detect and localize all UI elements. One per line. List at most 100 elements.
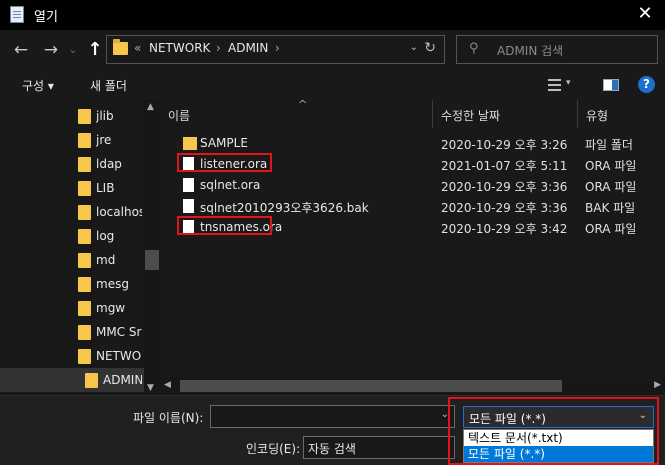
file-icon — [183, 178, 194, 192]
file-date: 2021-01-07 오후 5:11 — [441, 159, 568, 173]
search-placeholder: ADMIN 검색 — [497, 44, 564, 58]
folder-icon — [78, 349, 91, 364]
view-options-icon[interactable] — [548, 79, 561, 91]
sidebar-item-label: ADMIN — [103, 373, 142, 387]
notepad-icon — [10, 6, 24, 23]
sidebar-item[interactable]: jlib — [0, 104, 145, 128]
sidebar-item[interactable]: LIB — [0, 176, 145, 200]
sidebar-item-label: localhost — [96, 205, 142, 219]
file-type: ORA 파일 — [585, 222, 637, 236]
window-title: 열기 — [34, 10, 58, 25]
navigation-bar: ← → ⌄ ↑ « NETWORK › ADMIN › ⌄ ↻ ⚲ ADMIN … — [0, 30, 665, 70]
file-date: 2020-10-29 오후 3:36 — [441, 201, 568, 215]
filename-label: 파일 이름(N): — [133, 411, 204, 425]
horizontal-scrollbar[interactable]: ◀ ▶ — [160, 377, 665, 395]
sidebar-item[interactable]: ADMIN — [0, 368, 145, 392]
navigation-pane: ADMIN NETWOR MMC Sr mgw mesg md log localhost LI… — [0, 100, 160, 395]
file-type: 파일 폴더 — [585, 138, 633, 152]
sidebar-item-label: ldap — [96, 157, 122, 171]
column-header-type[interactable]: 유형 — [578, 100, 665, 128]
forward-button[interactable]: → — [40, 39, 62, 61]
folder-icon — [78, 253, 91, 268]
highlight-box — [177, 216, 272, 235]
sort-ascending-icon: ^ — [298, 98, 308, 111]
view-dropdown-button[interactable]: ▾ — [566, 78, 571, 88]
encoding-label: 인코딩(E): — [246, 442, 301, 456]
up-button[interactable]: ↑ — [84, 39, 106, 61]
file-row[interactable]: sqlnet.ora 2020-10-29 오후 3:36 ORA 파일 — [160, 175, 665, 196]
sidebar-item[interactable]: mgw — [0, 296, 145, 320]
column-name-label: 이름 — [168, 109, 191, 123]
scroll-right-button[interactable]: ▶ — [654, 380, 661, 390]
column-header-date[interactable]: 수정한 날짜 — [433, 100, 578, 128]
scroll-down-button[interactable]: ▼ — [147, 383, 154, 393]
encoding-value: 자동 검색 — [308, 442, 356, 456]
sidebar-item-label: mgw — [96, 301, 126, 315]
recent-locations-button[interactable]: ⌄ — [62, 39, 84, 61]
address-dropdown-button[interactable]: ⌄ — [410, 42, 418, 53]
file-date: 2020-10-29 오후 3:36 — [441, 180, 568, 194]
search-input[interactable]: ⚲ ADMIN 검색 — [456, 35, 658, 64]
new-folder-button[interactable]: 새 폴더 — [90, 77, 127, 94]
file-date: 2020-10-29 오후 3:42 — [441, 222, 568, 236]
command-bar: 구성 ▾ 새 폴더 ▾ ? — [0, 70, 665, 100]
sidebar-item-label: mesg — [96, 277, 129, 291]
folder-icon — [78, 133, 91, 148]
folder-icon — [85, 373, 98, 388]
file-list: 이름 ^ 수정한 날짜 유형 SAMPLE 2020-10-29 오후 3:26 파… — [160, 98, 665, 395]
organize-button[interactable]: 구성 ▾ — [22, 77, 54, 94]
sidebar-item[interactable]: jre — [0, 128, 145, 152]
file-row[interactable]: sqlnet2010293오후3626.bak 2020-10-29 오후 3:3… — [160, 196, 665, 217]
breadcrumb-separator[interactable]: › — [216, 41, 221, 55]
scroll-up-button[interactable]: ▲ — [147, 102, 154, 112]
preview-pane-icon[interactable] — [603, 79, 619, 91]
sidebar-item-label: LIB — [96, 181, 115, 195]
help-icon[interactable]: ? — [638, 76, 655, 93]
close-button[interactable]: ✕ — [635, 4, 655, 24]
sidebar-item[interactable]: MMC Sr — [0, 320, 145, 344]
sidebar-scrollbar[interactable]: ▲ ▼ — [144, 100, 160, 395]
sidebar-item-label: log — [96, 229, 115, 243]
folder-icon — [78, 109, 91, 124]
file-type: ORA 파일 — [585, 159, 637, 173]
filename-field[interactable]: ⌄ — [210, 405, 455, 428]
folder-icon — [113, 39, 128, 55]
highlight-box — [177, 153, 272, 172]
breadcrumb-overflow[interactable]: « — [134, 41, 141, 55]
file-name: sqlnet2010293오후3626.bak — [200, 201, 369, 215]
scroll-thumb[interactable] — [145, 250, 159, 270]
bottom-panel: 파일 이름(N): ⌄ 인코딩(E): 자동 검색 모든 파일 (*.*) ⌄ … — [0, 395, 665, 465]
sidebar-item-label: jre — [96, 133, 112, 147]
sidebar-item-label: MMC Sr — [96, 325, 142, 339]
encoding-select[interactable]: 자동 검색 — [303, 436, 455, 459]
sidebar-item[interactable]: localhost — [0, 200, 145, 224]
address-bar[interactable]: « NETWORK › ADMIN › ⌄ ↻ — [106, 35, 445, 64]
breadcrumb-admin[interactable]: ADMIN — [228, 41, 268, 55]
file-row[interactable]: SAMPLE 2020-10-29 오후 3:26 파일 폴더 — [160, 133, 665, 154]
refresh-button[interactable]: ↻ — [424, 40, 436, 56]
breadcrumb-network[interactable]: NETWORK — [149, 41, 210, 55]
folder-icon — [78, 181, 91, 196]
sidebar-item[interactable]: md — [0, 248, 145, 272]
sidebar-item[interactable]: NETWOR — [0, 344, 145, 368]
folder-icon — [78, 205, 91, 220]
folder-icon — [78, 157, 91, 172]
scroll-thumb[interactable] — [180, 380, 562, 392]
back-button[interactable]: ← — [10, 39, 32, 61]
column-header-name[interactable]: 이름 ^ — [160, 98, 433, 128]
sidebar-item-label: NETWOR — [96, 349, 142, 363]
folder-icon — [78, 229, 91, 244]
sidebar-item-label: md — [96, 253, 116, 267]
sidebar-item[interactable]: mesg — [0, 272, 145, 296]
file-name: sqlnet.ora — [200, 178, 261, 192]
search-icon: ⚲ — [469, 41, 479, 56]
folder-icon — [78, 325, 91, 340]
sidebar-item[interactable]: log — [0, 224, 145, 248]
column-date-label: 수정한 날짜 — [441, 109, 501, 123]
title-bar: 열기 ✕ — [0, 0, 665, 30]
scroll-left-button[interactable]: ◀ — [164, 380, 171, 390]
breadcrumb-separator[interactable]: › — [275, 41, 280, 55]
sidebar-item[interactable]: ldap — [0, 152, 145, 176]
column-type-label: 유형 — [586, 109, 609, 123]
folder-icon — [183, 137, 197, 150]
